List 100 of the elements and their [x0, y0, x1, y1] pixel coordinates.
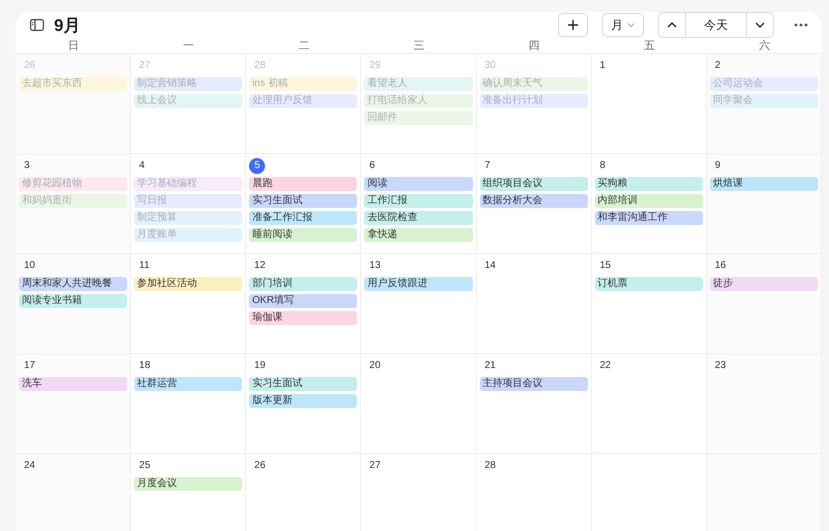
date-number: 2	[714, 59, 720, 73]
event-chip[interactable]: 阅读专业书籍	[19, 294, 128, 308]
date-number: 24	[23, 459, 36, 473]
date-number: 25	[138, 459, 150, 473]
event-chip[interactable]: 阅读	[364, 177, 473, 191]
event-chip[interactable]: 烘焙课	[710, 177, 818, 191]
day-cell[interactable]: 5 晨跑 实习生面试 准备工作汇报 睡前阅读	[246, 154, 362, 254]
date-number: 19	[253, 359, 266, 373]
event-chip[interactable]: 准备工作汇报	[249, 211, 358, 225]
day-cell[interactable]: 12 部门培训 OKR填写 瑜伽课	[246, 254, 362, 354]
day-cell[interactable]: 24	[16, 454, 132, 531]
chevron-up-icon	[667, 21, 677, 29]
event-chip[interactable]: 拿快递	[364, 228, 473, 242]
day-cell[interactable]: 16 徒步	[706, 254, 822, 354]
day-cell[interactable]: 28	[476, 454, 592, 531]
event-chip[interactable]: 版本更新	[249, 394, 358, 408]
month-title: 9月	[54, 14, 82, 36]
event-chip[interactable]: 和李雷沟通工作	[594, 211, 703, 225]
day-cell[interactable]: 14	[476, 254, 592, 354]
day-cell[interactable]: 17 洗车	[16, 354, 132, 454]
day-cell[interactable]: 15 订机票	[592, 254, 707, 354]
plus-icon	[567, 19, 579, 31]
date-number: 9	[714, 159, 720, 173]
date-number: 6	[368, 159, 375, 173]
date-number: 28	[484, 459, 496, 473]
event-chip[interactable]: 部门培训	[249, 277, 358, 291]
day-cell[interactable]: 6 阅读 工作汇报 去医院检查 拿快递	[361, 154, 477, 254]
date-number: 7	[484, 159, 490, 173]
date-number: 16	[714, 259, 726, 273]
date-number: 17	[23, 359, 36, 373]
day-cell[interactable]: 10 周末和家人共进晚餐 阅读专业书籍	[16, 254, 132, 354]
event-chip[interactable]: 徒步	[710, 277, 818, 291]
date-number: 28	[253, 59, 266, 73]
more-icon[interactable]	[794, 23, 808, 27]
next-button[interactable]	[746, 13, 773, 37]
date-number: 12	[253, 259, 266, 273]
event-chip[interactable]: 月度会议	[134, 477, 242, 491]
event-chip[interactable]: 工作汇报	[364, 194, 473, 208]
date-number: 30	[484, 59, 496, 73]
date-number: 11	[138, 259, 150, 273]
today-date-number: 5	[249, 158, 266, 174]
day-cell[interactable]: 13 用户反馈跟进	[361, 254, 477, 354]
event-chip[interactable]: 社群运营	[134, 377, 242, 391]
add-button[interactable]	[558, 13, 588, 37]
date-number: 14	[484, 259, 496, 273]
event-chip[interactable]: 睡前阅读	[249, 228, 358, 242]
event-chip[interactable]: 去医院检查	[364, 211, 473, 225]
event-chip[interactable]: 参加社区活动	[134, 277, 242, 291]
event-chip[interactable]: OKR填写	[249, 294, 358, 308]
date-number: 8	[598, 159, 606, 173]
event-chip[interactable]: 买狗粮	[594, 177, 703, 191]
weekday-label: 四	[528, 39, 541, 53]
event-chip[interactable]: 数据分析大会	[480, 194, 588, 208]
sidebar-toggle-icon[interactable]	[30, 19, 44, 31]
date-number: 26	[253, 459, 266, 473]
date-number: 20	[368, 359, 381, 373]
date-number: 10	[23, 259, 36, 273]
day-cell[interactable]: 9 烘焙课	[706, 154, 822, 254]
date-number: 26	[23, 59, 36, 73]
event-chip[interactable]: 洗车	[19, 377, 128, 391]
date-number: 27	[138, 59, 150, 73]
day-cell[interactable]: 1	[592, 54, 707, 154]
day-cell[interactable]: 11 参加社区活动	[131, 254, 246, 354]
event-chip[interactable]: 瑜伽课	[249, 311, 358, 325]
day-cell[interactable]: 25 月度会议	[131, 454, 246, 531]
date-number: 4	[138, 159, 145, 173]
event-chip[interactable]: 组织项目会议	[480, 177, 588, 191]
weekday-label: 日	[67, 39, 80, 53]
day-cell[interactable]: 7 组织项目会议 数据分析大会	[476, 154, 592, 254]
event-chip[interactable]: 内部培训	[594, 194, 703, 208]
weekday-label: 五	[642, 39, 656, 53]
event-chip[interactable]: 晨跑	[249, 177, 358, 191]
day-cell[interactable]: 8 买狗粮 内部培训 和李雷沟通工作	[592, 154, 707, 254]
event-chip[interactable]: 周末和家人共进晚餐	[19, 277, 128, 291]
day-cell[interactable]: 22	[592, 354, 707, 454]
day-cell[interactable]: 19 实习生面试 版本更新	[246, 354, 362, 454]
weekday-label: 一	[182, 39, 196, 53]
event-chip[interactable]: 实习生面试	[249, 194, 358, 208]
date-number: 27	[368, 459, 381, 473]
weekday-label: 六	[758, 38, 771, 53]
day-cell[interactable]: 23	[706, 354, 822, 454]
date-number: 1	[598, 59, 606, 73]
day-cell[interactable]: 21 主持项目会议	[476, 354, 592, 454]
date-number: 3	[23, 159, 30, 173]
event-chip[interactable]: 主持项目会议	[480, 377, 588, 391]
day-cell[interactable]: 20	[361, 354, 477, 454]
weekday-label: 三	[412, 39, 426, 53]
date-number: 23	[714, 359, 726, 373]
date-number: 29	[368, 59, 381, 73]
day-cell[interactable]: 18 社群运营	[131, 354, 246, 454]
date-number: 18	[138, 359, 150, 373]
event-chip[interactable]: 实习生面试	[249, 377, 358, 391]
weekday-label: 二	[297, 39, 310, 53]
date-number: 15	[598, 259, 611, 273]
date-number: 21	[484, 359, 496, 373]
event-chip[interactable]: 用户反馈跟进	[364, 277, 473, 291]
event-chip[interactable]: 订机票	[594, 277, 703, 291]
view-dropdown[interactable]: 月	[602, 13, 644, 37]
date-number: 13	[368, 259, 381, 273]
caret-icon	[627, 22, 635, 28]
